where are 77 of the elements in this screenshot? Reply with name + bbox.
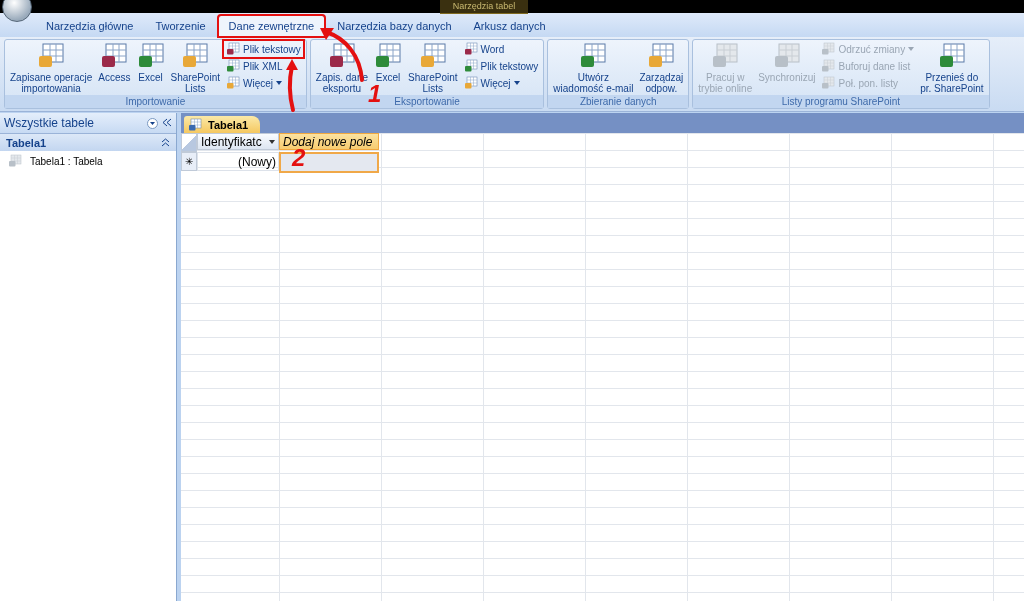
button-label: Access bbox=[98, 72, 131, 83]
button-label: SharePoint Lists bbox=[170, 72, 220, 94]
column-header[interactable]: Dodaj nowe pole bbox=[279, 133, 379, 150]
button-label: Word bbox=[480, 43, 505, 55]
table-icon bbox=[374, 42, 403, 70]
ribbon-button[interactable]: Utwórz wiadomość e-mail bbox=[551, 41, 636, 95]
ribbon-tab[interactable]: Arkusz danych bbox=[463, 16, 556, 37]
button-label: Odrzuć zmiany bbox=[838, 43, 906, 55]
ribbon-button[interactable]: Więcej bbox=[461, 75, 541, 91]
group-title: Zbieranie danych bbox=[548, 95, 689, 108]
table-icon bbox=[772, 42, 801, 70]
button-label: SharePoint Lists bbox=[408, 72, 458, 94]
nav-pane-title: Wszystkie tabele bbox=[4, 116, 95, 130]
collapse-icon[interactable] bbox=[162, 117, 172, 127]
arrow bbox=[286, 59, 298, 112]
table-icon bbox=[711, 42, 740, 70]
button-label: Plik tekstowy bbox=[243, 43, 301, 55]
table-icon bbox=[418, 42, 447, 70]
table-icon bbox=[188, 117, 202, 132]
button-label: Zarządzaj odpow. bbox=[639, 72, 684, 94]
button-label: Utwórz wiadomość e-mail bbox=[553, 72, 634, 94]
button-label: Przenieś do pr. SharePoint bbox=[920, 72, 984, 94]
ribbon-tab[interactable]: Narzędzia bazy danych bbox=[327, 16, 462, 37]
button-label: Pracuj w trybie online bbox=[698, 72, 753, 94]
button-label: Synchronizuj bbox=[758, 72, 816, 83]
table-icon bbox=[226, 42, 240, 56]
ribbon-button[interactable]: SharePoint Lists bbox=[168, 41, 222, 95]
table-icon bbox=[647, 42, 676, 70]
ribbon-button[interactable]: Zarządzaj odpow. bbox=[637, 41, 686, 95]
table-icon bbox=[8, 154, 22, 168]
dropdown-icon[interactable] bbox=[147, 117, 158, 129]
ribbon-button[interactable]: Plik tekstowy bbox=[224, 41, 303, 57]
button-label: Plik XML bbox=[243, 60, 283, 72]
group-title: Listy programu SharePoint bbox=[693, 95, 989, 108]
table-icon bbox=[463, 42, 478, 56]
ribbon-button[interactable]: Plik tekstowy bbox=[461, 58, 541, 74]
ribbon-tab[interactable]: Tworzenie bbox=[145, 16, 216, 37]
contextual-tab-label: Narzędzia tabel bbox=[440, 0, 528, 14]
new-row-marker: ✳ bbox=[181, 152, 197, 171]
ribbon-button[interactable]: Access bbox=[96, 41, 133, 95]
column-header[interactable]: Identyfikatc bbox=[197, 133, 279, 150]
table-icon bbox=[136, 42, 165, 70]
button-label: Buforuj dane list bbox=[838, 60, 911, 72]
chevron-icon bbox=[161, 138, 170, 147]
ribbon-button[interactable]: Zapisane operacje importowania bbox=[8, 41, 95, 95]
table-icon bbox=[226, 59, 240, 73]
table-icon bbox=[821, 76, 836, 90]
nav-group-header[interactable]: Tabela1 bbox=[0, 134, 176, 151]
ribbon-button[interactable]: Word bbox=[461, 41, 541, 57]
button-label: Więcej bbox=[480, 77, 511, 89]
group-title: Importowanie bbox=[5, 95, 306, 108]
button-label: Zapisane operacje importowania bbox=[10, 72, 93, 94]
ribbon-button[interactable]: SharePoint Lists bbox=[406, 41, 460, 95]
table-icon bbox=[463, 59, 478, 73]
table-icon bbox=[463, 76, 478, 90]
table-icon bbox=[327, 42, 356, 70]
button-label: Excel bbox=[138, 72, 163, 83]
button-label: Excel bbox=[375, 72, 401, 83]
table-cell[interactable]: (Nowy) bbox=[197, 152, 279, 171]
button-label: Więcej bbox=[243, 77, 273, 89]
ribbon-tab[interactable]: Narzędzia główne bbox=[36, 16, 144, 37]
ribbon-button[interactable]: Przenieś do pr. SharePoint bbox=[918, 41, 986, 95]
button-label: Plik tekstowy bbox=[480, 60, 539, 72]
table-icon bbox=[100, 42, 129, 70]
ribbon-button[interactable]: Więcej bbox=[224, 75, 303, 91]
table-icon bbox=[181, 42, 210, 70]
table-icon bbox=[579, 42, 608, 70]
table-icon bbox=[37, 42, 66, 70]
ribbon-tab[interactable]: Dane zewnętrzne bbox=[217, 15, 326, 37]
table-icon bbox=[821, 59, 836, 73]
table-icon bbox=[821, 42, 836, 56]
nav-item[interactable]: Tabela1 : Tabela bbox=[0, 151, 176, 171]
table-icon bbox=[226, 76, 240, 90]
ribbon-button[interactable]: Excel bbox=[134, 41, 167, 95]
table-icon bbox=[937, 42, 966, 70]
document-tab[interactable]: Tabela1 bbox=[184, 116, 261, 133]
button-label: Poł. pon. listy bbox=[838, 77, 898, 89]
